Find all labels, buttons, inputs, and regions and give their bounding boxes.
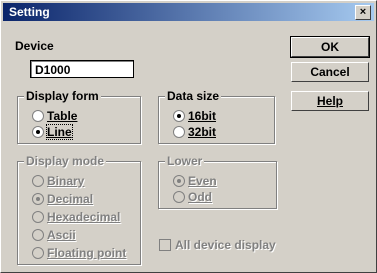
ok-button[interactable]: OK — [290, 36, 370, 58]
help-button-label: Help — [316, 94, 343, 108]
radio-32bit[interactable]: 32bit — [173, 125, 216, 139]
help-button[interactable]: Help — [291, 91, 369, 111]
title-bar[interactable]: Setting × — [3, 3, 374, 21]
setting-dialog: Setting × Device D1000 OK Cancel Help Di… — [0, 0, 377, 273]
radio-floating-point-label: Floating point — [47, 246, 127, 260]
radio-32bit-label: 32bit — [188, 125, 217, 139]
radio-hexadecimal-label: Hexadecimal — [47, 210, 121, 224]
radio-table-label: Table — [47, 109, 78, 123]
display-mode-title: Display mode — [24, 154, 107, 168]
radio-table[interactable]: Table — [32, 109, 77, 123]
radio-line[interactable]: Line — [32, 124, 73, 140]
radio-odd-circle — [173, 191, 185, 203]
data-size-group: Data size 16bit 32bit — [158, 89, 275, 144]
all-device-display-label: All device display — [175, 238, 276, 252]
radio-odd[interactable]: Odd — [173, 190, 212, 204]
radio-ascii[interactable]: Ascii — [32, 228, 76, 242]
radio-decimal-label: Decimal — [47, 192, 94, 206]
radio-even-label: Even — [188, 174, 217, 188]
radio-floating-point-circle — [32, 247, 44, 259]
radio-floating-point[interactable]: Floating point — [32, 246, 126, 260]
radio-16bit-circle — [173, 110, 185, 122]
radio-hexadecimal-circle — [32, 211, 44, 223]
radio-decimal[interactable]: Decimal — [32, 192, 93, 206]
radio-table-circle — [32, 110, 44, 122]
radio-line-circle — [32, 126, 44, 138]
display-mode-group: Display mode Binary Decimal Hexadecimal … — [17, 154, 141, 265]
radio-line-label: Line — [46, 124, 73, 140]
radio-ascii-circle — [32, 229, 44, 241]
device-input[interactable]: D1000 — [30, 60, 134, 78]
radio-odd-label: Odd — [188, 190, 212, 204]
device-label: Device — [15, 39, 54, 53]
close-icon: × — [359, 6, 367, 18]
radio-even-circle — [173, 175, 185, 187]
cancel-button[interactable]: Cancel — [291, 62, 369, 82]
dialog-title: Setting — [9, 5, 50, 19]
radio-even[interactable]: Even — [173, 174, 217, 188]
lower-title: Lower — [165, 154, 205, 168]
display-form-title: Display form — [24, 89, 101, 103]
all-device-display-checkbox[interactable]: All device display — [159, 238, 276, 252]
radio-binary-label: Binary — [47, 174, 85, 188]
close-button[interactable]: × — [355, 5, 371, 20]
all-device-display-box — [159, 239, 171, 251]
display-form-group: Display form Table Line — [17, 89, 141, 144]
radio-binary-circle — [32, 175, 44, 187]
radio-16bit-label: 16bit — [188, 109, 217, 123]
radio-hexadecimal[interactable]: Hexadecimal — [32, 210, 120, 224]
radio-32bit-circle — [173, 126, 185, 138]
radio-decimal-circle — [32, 193, 44, 205]
radio-16bit[interactable]: 16bit — [173, 109, 216, 123]
data-size-title: Data size — [165, 89, 222, 103]
radio-binary[interactable]: Binary — [32, 174, 84, 188]
lower-group: Lower Even Odd — [158, 154, 277, 209]
radio-ascii-label: Ascii — [47, 228, 76, 242]
